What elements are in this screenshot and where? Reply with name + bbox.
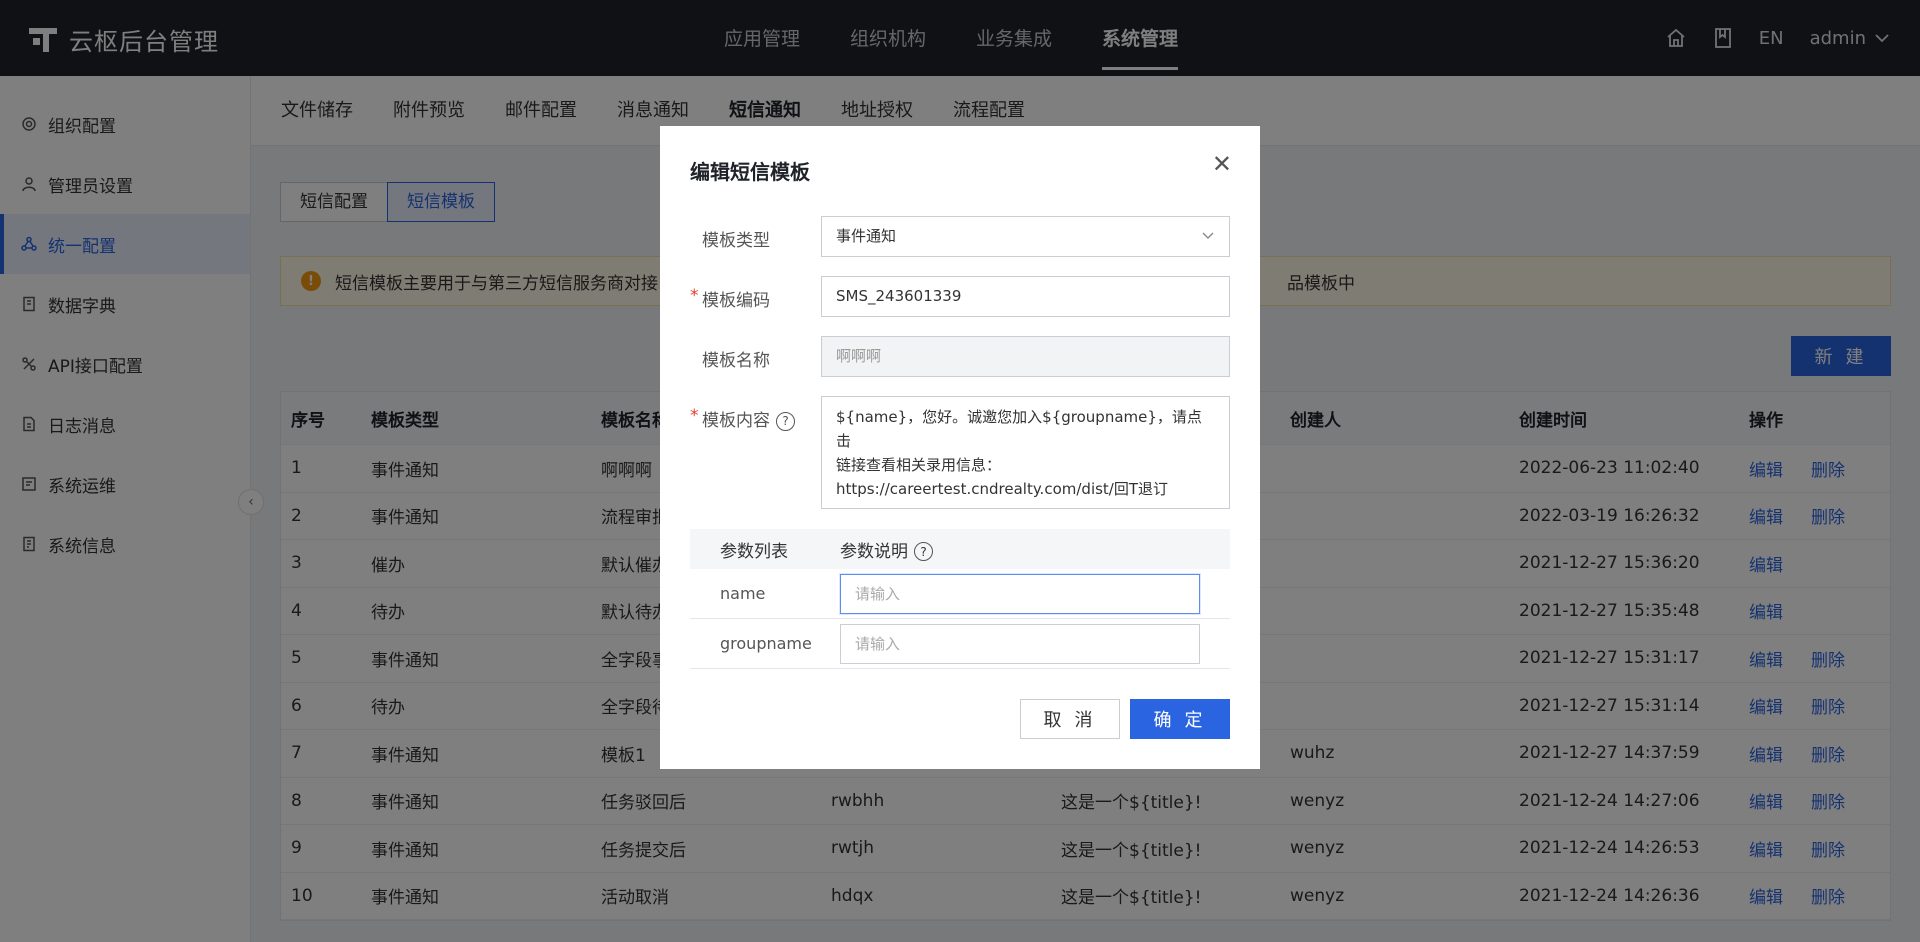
params-col-desc: 参数说明? xyxy=(840,537,933,562)
params-header: 参数列表 参数说明? xyxy=(690,529,1230,569)
chevron-down-icon xyxy=(1201,217,1215,272)
template-type-value: 事件通知 xyxy=(836,227,897,245)
cancel-button[interactable]: 取 消 xyxy=(1020,699,1120,739)
params-table: 参数列表 参数说明? name 请输入 groupname 请输入 xyxy=(690,529,1230,669)
content-line: 链接查看相关录用信息： xyxy=(836,456,1002,474)
template-name-label: 模板名称 xyxy=(702,351,770,371)
template-code-input[interactable]: SMS_243601339 xyxy=(821,276,1230,317)
help-icon[interactable]: ? xyxy=(914,542,933,561)
close-icon[interactable]: ✕ xyxy=(1212,152,1232,176)
params-col-desc-text: 参数说明 xyxy=(840,541,908,562)
param-row: groupname 请输入 xyxy=(690,619,1230,669)
template-content-label: * 模板内容? xyxy=(690,406,795,431)
template-type-select[interactable]: 事件通知 xyxy=(821,216,1230,257)
content-line: https://careertest.cndrealty.com/dist/回T… xyxy=(836,480,1169,498)
param-name: groupname xyxy=(720,634,812,653)
template-type-label: 模板类型 xyxy=(702,231,770,251)
params-col-list: 参数列表 xyxy=(720,541,788,562)
template-content-label-text: 模板内容 xyxy=(702,411,770,431)
template-code-label: * 模板编码 xyxy=(690,286,770,311)
required-mark: * xyxy=(690,286,699,306)
template-code-label-text: 模板编码 xyxy=(702,291,770,311)
help-icon[interactable]: ? xyxy=(776,411,795,431)
dialog-title: 编辑短信模板 xyxy=(690,160,810,184)
required-mark: * xyxy=(690,406,699,426)
template-name-input: 啊啊啊 xyxy=(821,336,1230,377)
param-name: name xyxy=(720,584,766,603)
content-line: ${name}，您好。诚邀您加入${groupname}，请点击 xyxy=(836,408,1202,450)
param-row: name 请输入 xyxy=(690,569,1230,619)
edit-sms-template-dialog: 编辑短信模板 ✕ 模板类型 事件通知 * 模板编码 SMS_243601339 模… xyxy=(660,126,1260,769)
confirm-button[interactable]: 确 定 xyxy=(1130,699,1230,739)
template-content-textarea[interactable]: ${name}，您好。诚邀您加入${groupname}，请点击 链接查看相关录… xyxy=(821,396,1230,509)
param-desc-input[interactable]: 请输入 xyxy=(840,574,1200,614)
param-desc-input[interactable]: 请输入 xyxy=(840,624,1200,664)
